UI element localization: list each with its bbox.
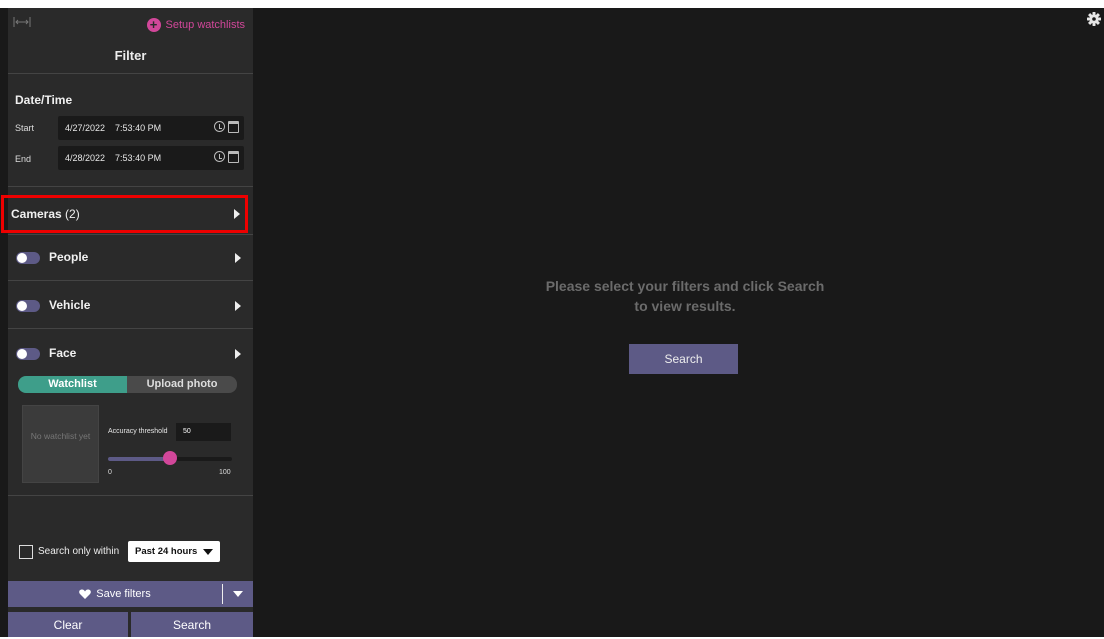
tab-upload-photo[interactable]: Upload photo [127,376,237,393]
chevron-right-icon [235,253,241,263]
slider-min-label: 0 [108,469,112,476]
watchlist-empty-box: No watchlist yet [22,405,99,483]
start-label: Start [15,123,35,133]
caret-down-icon [203,549,213,555]
save-filters-button[interactable]: Save filters [8,581,222,607]
plus-circle-icon: + [146,18,161,32]
save-filters-dropdown-button[interactable] [223,581,253,607]
divider [8,73,253,74]
slider-max-label: 100 [219,469,231,476]
people-label: People [49,250,89,264]
vehicle-label: Vehicle [49,298,91,312]
calendar-icon[interactable] [228,151,239,163]
face-label: Face [49,346,77,360]
app-window: + Setup watchlists Filter Date/Time Star… [0,8,1104,637]
accuracy-threshold-label: Accuracy threshold [108,428,168,435]
datetime-heading: Date/Time [15,93,73,107]
cameras-label-text: Cameras [11,207,62,221]
accuracy-slider-thumb[interactable] [163,451,177,465]
filter-title: Filter [114,48,147,63]
chevron-right-icon [234,209,240,219]
face-toggle[interactable] [16,348,40,360]
heart-icon [79,589,92,599]
chevron-right-icon [235,349,241,359]
divider [8,186,253,187]
main-search-button[interactable]: Search [629,344,738,374]
end-time-value: 7:53:40 PM [115,153,162,163]
search-within-checkbox[interactable] [19,545,33,559]
tab-watchlist[interactable]: Watchlist [18,376,127,393]
search-within-label: Search only within [38,546,120,557]
cameras-label: Cameras (2) [11,207,80,221]
setup-watchlists-link[interactable]: + Setup watchlists [146,18,245,32]
accuracy-threshold-input[interactable]: 50 [176,423,231,441]
face-filter-row[interactable]: Face [8,345,253,365]
divider [8,495,253,496]
time-range-value: Past 24 hours [135,546,198,557]
end-label: End [15,154,32,164]
caret-down-icon [233,591,243,597]
setup-watchlists-label: Setup watchlists [165,19,245,31]
time-range-select[interactable]: Past 24 hours [128,541,220,562]
cameras-filter-row[interactable]: Cameras (2) [1,195,248,233]
collapse-icon[interactable] [13,15,31,29]
filter-sidebar: + Setup watchlists Filter Date/Time Star… [1,8,253,637]
people-filter-row[interactable]: People [8,249,253,269]
start-date-value: 4/27/2022 [65,123,106,133]
vehicle-filter-row[interactable]: Vehicle [8,297,253,317]
clock-icon[interactable] [214,121,225,132]
end-date-value: 4/28/2022 [65,153,106,163]
divider [8,234,253,235]
divider [8,328,253,329]
people-toggle[interactable] [16,252,40,264]
empty-state-message: Please select your filters and click Sea… [545,278,825,314]
vehicle-toggle[interactable] [16,300,40,312]
gear-icon[interactable] [1087,12,1101,26]
clear-button[interactable]: Clear [8,612,128,637]
chevron-right-icon [235,301,241,311]
calendar-icon[interactable] [228,121,239,133]
accuracy-slider-fill [108,457,170,461]
cameras-count: (2) [65,207,80,221]
start-datetime-field[interactable]: 4/27/2022 7:53:40 PM [58,116,244,140]
clock-icon[interactable] [214,151,225,162]
save-filters-bar: Save filters [8,581,253,607]
sidebar-top-row: + Setup watchlists [8,8,253,38]
end-datetime-field[interactable]: 4/28/2022 7:53:40 PM [58,146,244,170]
sidebar-search-button[interactable]: Search [131,612,253,637]
start-time-value: 7:53:40 PM [115,123,162,133]
save-filters-label: Save filters [96,588,151,600]
divider [8,280,253,281]
